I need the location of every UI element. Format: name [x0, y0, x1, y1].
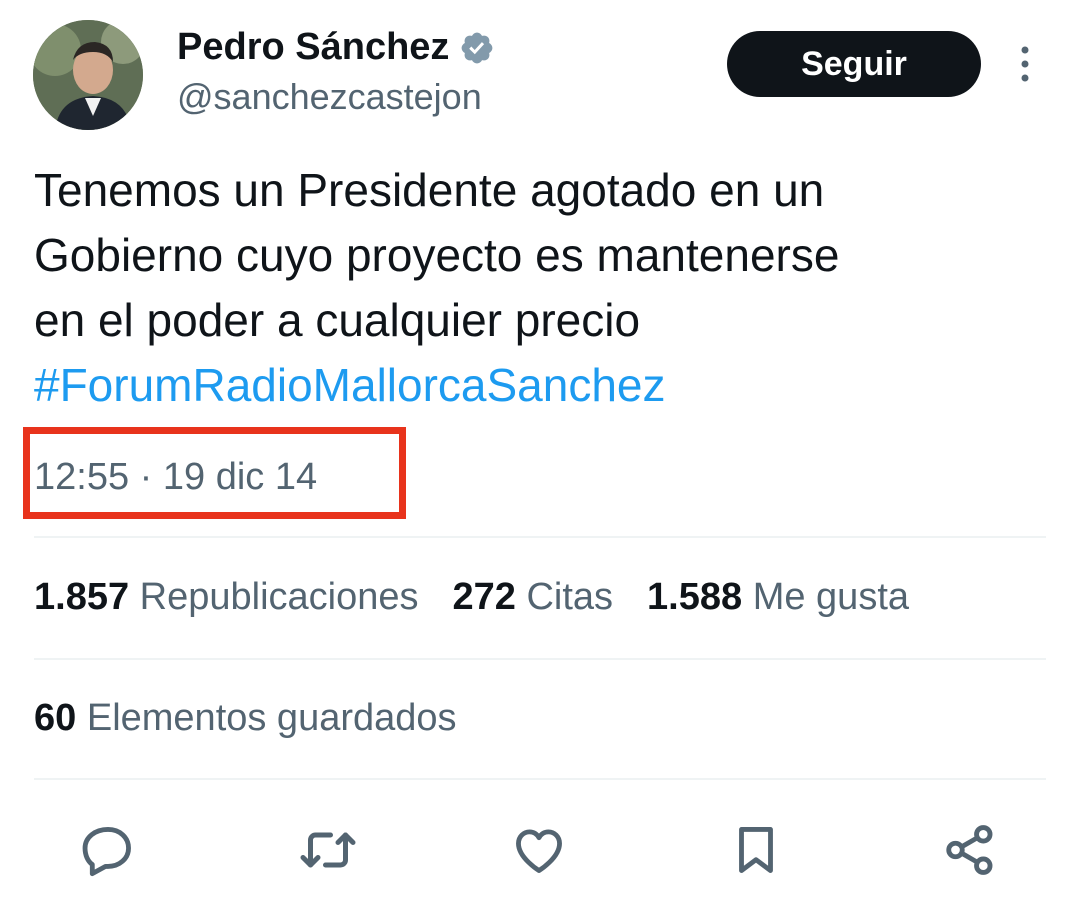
bookmarks-stat[interactable]: 60 Elementos guardados: [34, 697, 457, 740]
reply-icon[interactable]: [76, 818, 140, 882]
bookmarks-count: 60: [34, 697, 77, 739]
verified-badge-icon: [459, 30, 495, 66]
likes-label: Me gusta: [752, 576, 910, 618]
author-display-name[interactable]: Pedro Sánchez: [177, 26, 449, 69]
share-icon[interactable]: [938, 818, 1002, 882]
quotes-count: 272: [452, 576, 516, 618]
tweet-timestamp[interactable]: 12:55 · 19 dic 14: [34, 456, 317, 499]
author-handle[interactable]: @sanchezcastejon: [177, 76, 482, 118]
tweet-text: Tenemos un Presidente agotado en un Gobi…: [34, 158, 1034, 418]
like-icon[interactable]: [507, 818, 571, 882]
follow-button[interactable]: Seguir: [727, 31, 981, 97]
quotes-label: Citas: [526, 576, 614, 618]
likes-stat[interactable]: 1.588 Me gusta: [647, 576, 909, 619]
likes-count: 1.588: [647, 576, 743, 618]
reposts-label: Republicaciones: [139, 576, 419, 618]
reposts-stat[interactable]: 1.857 Republicaciones: [34, 576, 419, 619]
divider: [34, 536, 1046, 538]
more-options-icon[interactable]: [1008, 42, 1042, 86]
tweet-text-line: en el poder a cualquier precio: [34, 294, 641, 346]
reposts-count: 1.857: [34, 576, 130, 618]
tweet-text-line: Tenemos un Presidente agotado en un: [34, 164, 825, 216]
bookmarks-label: Elementos guardados: [86, 697, 457, 739]
avatar[interactable]: [33, 20, 143, 130]
engagement-stats: 1.857 Republicaciones 272 Citas 1.588 Me…: [34, 576, 909, 619]
quotes-stat[interactable]: 272 Citas: [453, 576, 614, 619]
hashtag-link[interactable]: #ForumRadioMallorcaSanchez: [34, 353, 1034, 418]
tweet-text-line: Gobierno cuyo proyecto es mantenerse: [34, 229, 840, 281]
divider: [34, 778, 1046, 780]
repost-icon[interactable]: [296, 818, 360, 882]
tweet-action-bar: [0, 818, 1068, 882]
divider: [34, 658, 1046, 660]
bookmark-icon[interactable]: [724, 818, 788, 882]
author-name-row[interactable]: Pedro Sánchez: [177, 26, 495, 69]
